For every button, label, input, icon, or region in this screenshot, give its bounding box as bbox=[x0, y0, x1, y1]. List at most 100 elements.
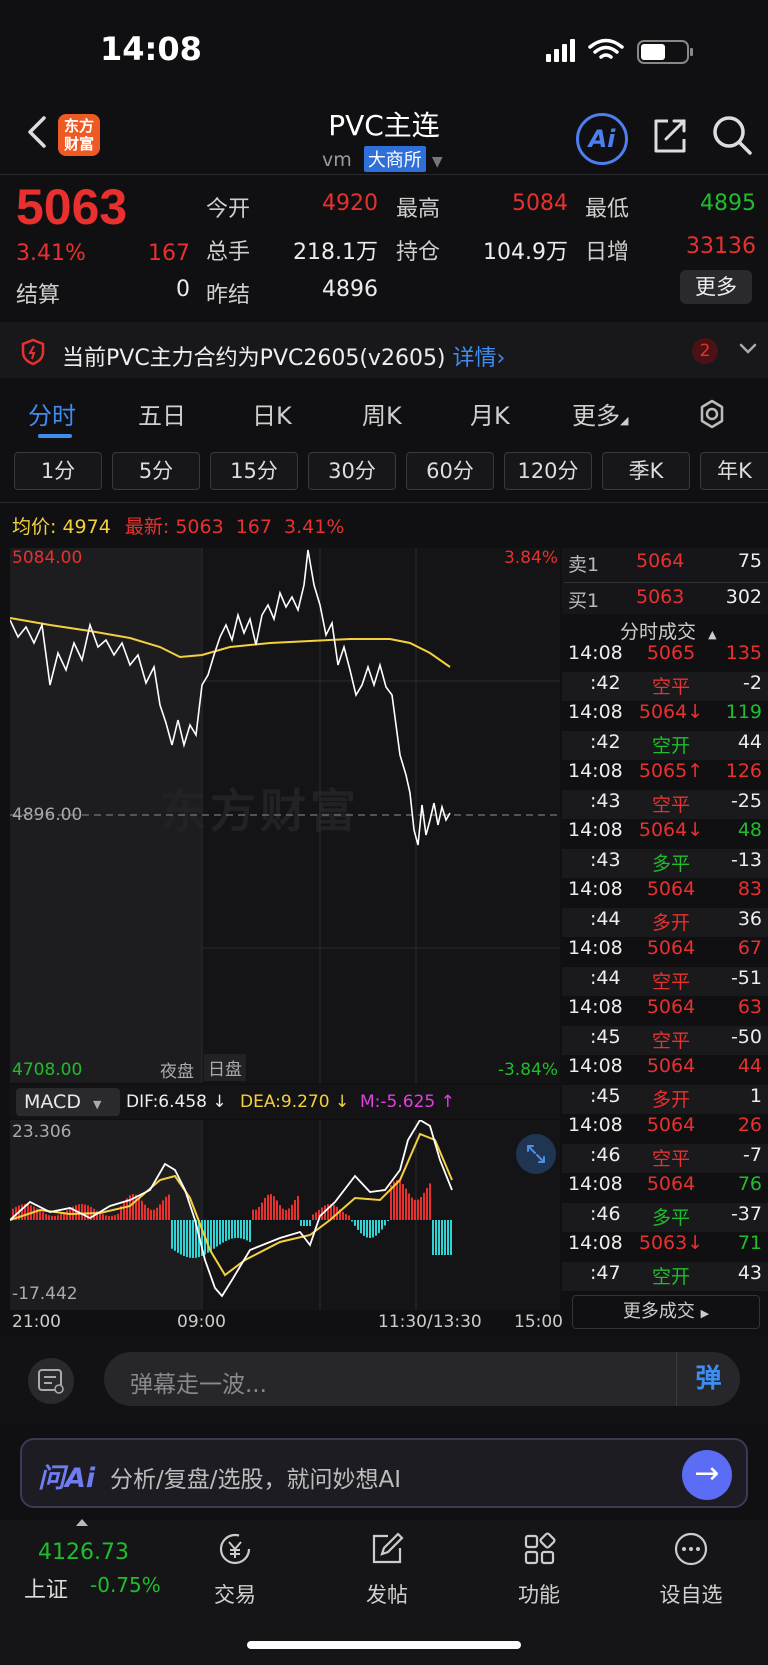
macd-selector[interactable]: MACD ▼ bbox=[16, 1088, 120, 1116]
pct-top-label: 3.84% bbox=[503, 548, 558, 568]
index-value[interactable]: 4126.73 bbox=[38, 1540, 129, 1565]
day-session-label: 日盘 bbox=[204, 1054, 246, 1081]
trade-volume: -7 bbox=[743, 1143, 762, 1166]
period-30m[interactable]: 30分 bbox=[308, 452, 396, 490]
tab-weekly-k[interactable]: 周K bbox=[362, 396, 402, 431]
trade-time: 14:08 bbox=[568, 642, 623, 664]
macd-bar bbox=[225, 1220, 227, 1241]
settings-gear-icon[interactable] bbox=[696, 398, 728, 430]
period-60m[interactable]: 60分 bbox=[406, 452, 494, 490]
trade-price: 空平 bbox=[651, 970, 690, 993]
volume-label: 总手 bbox=[206, 240, 251, 265]
trade-row: :43 多平 -13 bbox=[562, 848, 768, 878]
open-label: 今开 bbox=[206, 197, 251, 222]
trade-volume: 26 bbox=[737, 1114, 762, 1136]
trade-row: 14:08 5064 76 bbox=[562, 1173, 768, 1203]
period-1m[interactable]: 1分 bbox=[14, 452, 102, 490]
signal-icon bbox=[546, 39, 575, 62]
trade-row: :44 空平 -51 bbox=[562, 966, 768, 996]
danmu-send-button[interactable]: 弹 bbox=[676, 1352, 740, 1406]
macd-bar bbox=[375, 1220, 377, 1236]
macd-bar bbox=[450, 1220, 452, 1255]
volume-value: 218.1万 bbox=[293, 240, 378, 265]
contract-selector[interactable]: vm 大商所 ▼ bbox=[322, 146, 443, 172]
period-quarter-k[interactable]: 季K bbox=[602, 452, 690, 490]
notice-detail-link[interactable]: 详情 bbox=[453, 346, 497, 371]
more-button[interactable]: 更多 bbox=[680, 270, 752, 304]
trade-volume: 126 bbox=[725, 760, 762, 782]
trade-row: 14:08 5064↓ 48 bbox=[562, 819, 768, 849]
trades-header[interactable]: 分时成交 ▲ bbox=[620, 617, 717, 644]
pct-bottom-label: -3.84% bbox=[497, 1060, 558, 1080]
trade-row: :42 空开 44 bbox=[562, 730, 768, 760]
macd-bar bbox=[417, 1199, 419, 1220]
macd-bar bbox=[447, 1220, 449, 1255]
latest-label: 最新: bbox=[124, 516, 170, 538]
expand-chart-button[interactable] bbox=[516, 1134, 556, 1174]
trade-price: 5065↑ bbox=[638, 760, 704, 782]
trade-time: 14:08 bbox=[568, 1114, 623, 1136]
danmu-settings-button[interactable] bbox=[28, 1358, 74, 1404]
avg-price-label: 均价: bbox=[12, 516, 57, 538]
macd-bar bbox=[426, 1187, 428, 1220]
trade-price: 5064 bbox=[646, 937, 696, 959]
macd-bar bbox=[174, 1220, 176, 1251]
price-line bbox=[10, 549, 451, 846]
tab-daily-k[interactable]: 日K bbox=[252, 396, 292, 431]
macd-bar bbox=[288, 1208, 290, 1220]
macd-bar bbox=[378, 1220, 380, 1234]
trade-row: :42 空平 -2 bbox=[562, 671, 768, 701]
trade-time: 14:08 bbox=[568, 701, 623, 723]
nav-functions-label: 功能 bbox=[518, 1583, 560, 1607]
macd-bar bbox=[312, 1214, 314, 1220]
trade-time: 14:08 bbox=[568, 1232, 623, 1254]
trade-price: 5064 bbox=[646, 1055, 696, 1077]
high-label: 最高 bbox=[396, 197, 441, 222]
nav-post[interactable]: 发帖 bbox=[332, 1530, 442, 1609]
chevron-down-icon[interactable] bbox=[738, 342, 758, 356]
tab-more[interactable]: 更多◢ bbox=[572, 396, 628, 431]
period-5m[interactable]: 5分 bbox=[112, 452, 200, 490]
search-icon[interactable] bbox=[710, 113, 754, 157]
macd-bar bbox=[276, 1200, 278, 1220]
macd-bar bbox=[282, 1208, 284, 1220]
y-axis-bottom-label: 4708.00 bbox=[12, 1060, 83, 1080]
time-axis-open: 09:00 bbox=[177, 1312, 226, 1332]
trade-time: :44 bbox=[590, 907, 621, 930]
trade-row: 14:08 5064 83 bbox=[562, 878, 768, 908]
trade-price: 5064 bbox=[646, 878, 696, 900]
trade-price: 空开 bbox=[651, 734, 690, 757]
trade-row: 14:08 5064 67 bbox=[562, 937, 768, 967]
macd-bar bbox=[387, 1220, 389, 1222]
more-trades-button[interactable]: 更多成交 ▶ bbox=[572, 1295, 760, 1329]
period-year-k[interactable]: 年K bbox=[700, 452, 768, 490]
trade-volume: 71 bbox=[737, 1232, 762, 1254]
macd-bar bbox=[66, 1210, 68, 1220]
trade-time: :43 bbox=[590, 848, 621, 871]
trade-volume: 63 bbox=[737, 996, 762, 1018]
prev-settle-value: 4896 bbox=[322, 277, 378, 302]
buy1-price: 5063 bbox=[636, 586, 685, 608]
macd-dif: DIF:6.458 ↓ bbox=[126, 1092, 227, 1112]
nav-trade[interactable]: 交易 bbox=[180, 1530, 290, 1609]
macd-bar bbox=[402, 1184, 404, 1220]
ai-go-button[interactable]: → bbox=[682, 1450, 732, 1500]
nav-functions[interactable]: 功能 bbox=[484, 1530, 594, 1609]
share-icon[interactable] bbox=[650, 113, 690, 157]
nav-post-label: 发帖 bbox=[366, 1583, 408, 1607]
macd-bar bbox=[351, 1220, 353, 1222]
ai-button[interactable]: Ai bbox=[576, 113, 628, 165]
trade-time: :46 bbox=[590, 1202, 621, 1225]
tab-intraday[interactable]: 分时 bbox=[28, 396, 76, 431]
trade-time: 14:08 bbox=[568, 937, 623, 959]
macd-bar bbox=[246, 1220, 248, 1241]
period-15m[interactable]: 15分 bbox=[210, 452, 298, 490]
macd-bar bbox=[177, 1220, 179, 1253]
period-120m[interactable]: 120分 bbox=[504, 452, 592, 490]
tab-monthly-k[interactable]: 月K bbox=[470, 396, 510, 431]
nav-watchlist[interactable]: 设自选 bbox=[636, 1530, 746, 1609]
index-change: -0.75% bbox=[90, 1573, 161, 1597]
macd-bar bbox=[228, 1220, 230, 1240]
macd-bar bbox=[231, 1220, 233, 1239]
tab-five-day[interactable]: 五日 bbox=[138, 396, 186, 431]
